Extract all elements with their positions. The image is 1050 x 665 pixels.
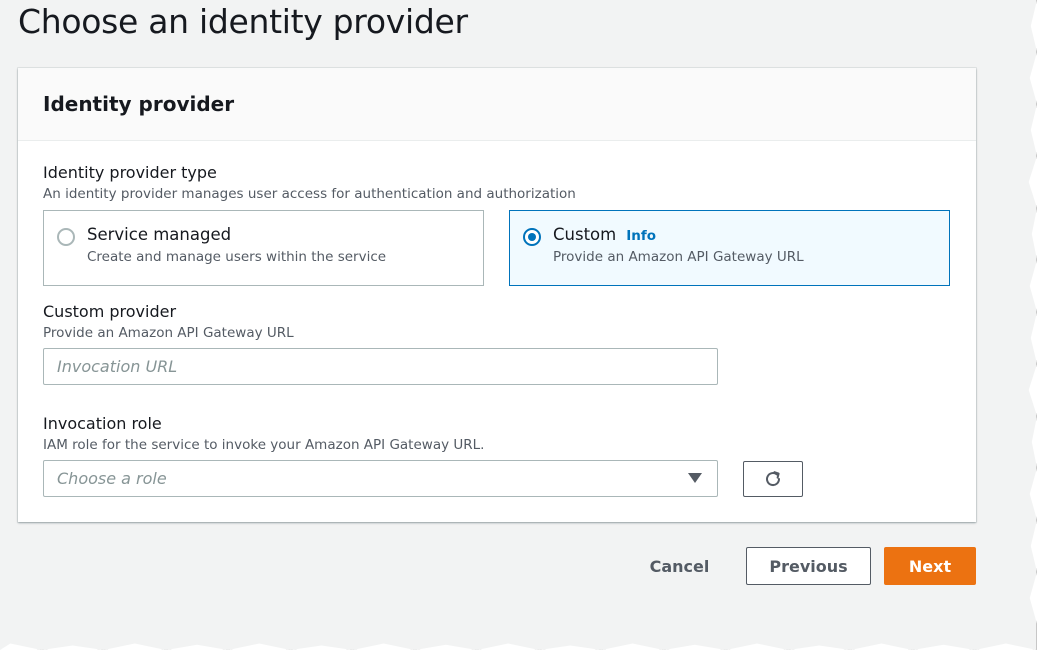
custom-title: Custom <box>553 225 617 244</box>
custom-title-row: Custom Info <box>553 225 656 244</box>
invocation-role-label: Invocation role <box>43 414 162 433</box>
option-service-managed[interactable]: Service managed Create and manage users … <box>43 210 484 286</box>
role-select[interactable]: Choose a role <box>43 460 718 497</box>
invocation-url-input[interactable] <box>43 348 718 385</box>
refresh-icon <box>766 471 781 487</box>
previous-button[interactable]: Previous <box>746 547 871 585</box>
page-frame: Choose an identity provider Identity pro… <box>0 0 1037 650</box>
custom-provider-description: Provide an Amazon API Gateway URL <box>43 325 294 341</box>
service-managed-radio[interactable] <box>57 228 75 246</box>
custom-description: Provide an Amazon API Gateway URL <box>553 249 804 265</box>
invocation-role-description: IAM role for the service to invoke your … <box>43 437 485 453</box>
caret-down-icon <box>688 473 702 483</box>
provider-type-label: Identity provider type <box>43 163 217 182</box>
option-custom[interactable]: Custom Info Provide an Amazon API Gateway… <box>509 210 950 286</box>
cancel-button[interactable]: Cancel <box>632 547 727 585</box>
identity-provider-panel: Identity provider Identity provider type… <box>18 68 976 522</box>
refresh-roles-button[interactable] <box>743 461 803 497</box>
custom-provider-label: Custom provider <box>43 302 177 321</box>
next-button[interactable]: Next <box>884 547 976 585</box>
role-select-placeholder: Choose a role <box>57 469 167 488</box>
panel-title: Identity provider <box>43 92 235 116</box>
service-managed-description: Create and manage users within the servi… <box>87 249 387 265</box>
custom-radio[interactable] <box>523 228 541 246</box>
service-managed-title: Service managed <box>87 225 232 244</box>
provider-type-description: An identity provider manages user access… <box>43 186 576 202</box>
info-link[interactable]: Info <box>626 228 656 244</box>
panel-header: Identity provider <box>18 68 976 141</box>
page-title: Choose an identity provider <box>18 2 468 41</box>
